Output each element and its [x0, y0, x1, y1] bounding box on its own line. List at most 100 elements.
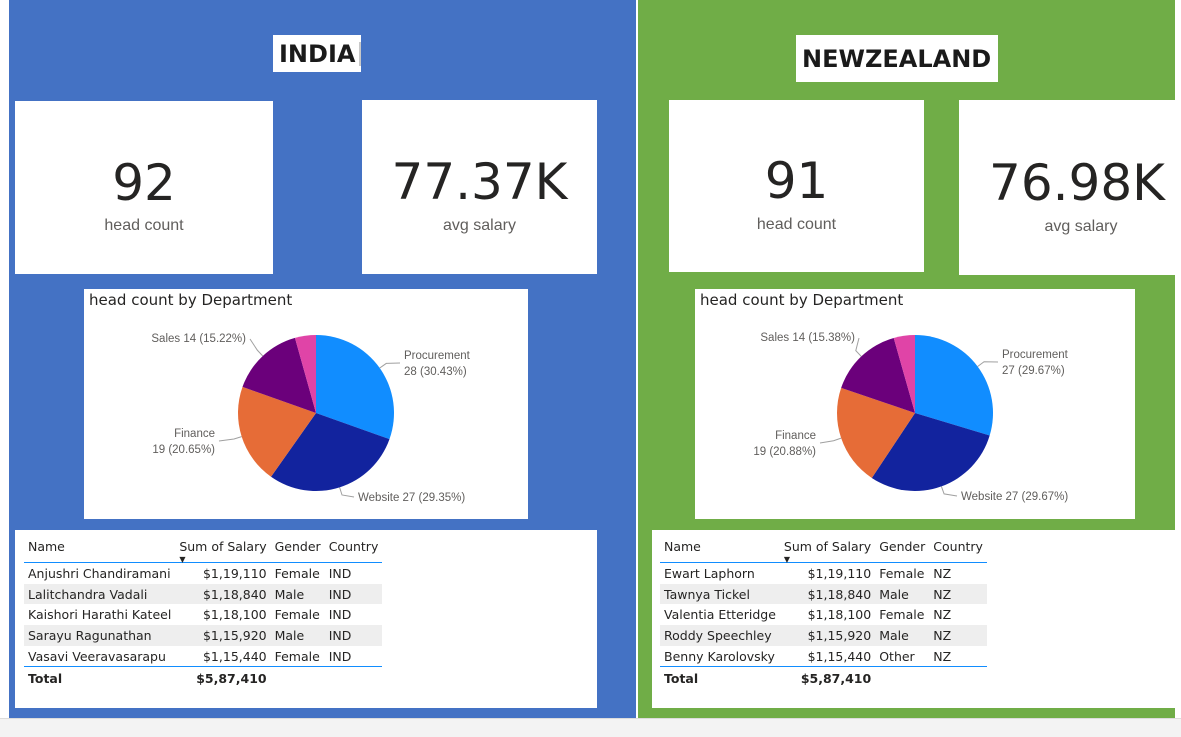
pie-data-label: Finance [775, 430, 816, 442]
table-header-row: Name Sum of Salary ▼ Gender Country [660, 530, 987, 564]
india-avg-salary-label: avg salary [443, 217, 516, 234]
table-cell: IND [328, 607, 352, 623]
india-salary-table: Name Sum of Salary ▼ Gender Country Anjushri… [24, 530, 383, 690]
table-cell: Female [274, 565, 320, 581]
empty-cell [929, 666, 987, 690]
table-cell: Anjushri Chandiramani [28, 565, 171, 581]
newzealand-panel: NEWZEALAND 91 head count 76.98K avg sala… [638, 0, 1175, 718]
table-cell: $1,15,440 [202, 648, 267, 664]
table-row[interactable]: Roddy Speechley $1,15,920 Male NZ [660, 625, 987, 646]
india-head-count-card[interactable]: 92 head count [15, 101, 273, 274]
india-title-box[interactable]: INDIA [273, 35, 361, 72]
pie-leader-line [339, 487, 355, 498]
table-cell: Roddy Speechley [660, 625, 780, 646]
table-row[interactable]: Lalitchandra Vadali $1,18,840 Male IND [24, 583, 383, 605]
table-cell: IND [324, 583, 383, 605]
column-header-name[interactable]: Name [660, 530, 780, 563]
india-avg-salary-card[interactable]: 77.37K avg salary [362, 100, 597, 274]
table-cell: $1,18,840 [779, 583, 876, 605]
pie-leader-line [218, 436, 242, 442]
nz-pie-chart-card[interactable]: head count by Department Procurement 27 (… [695, 289, 1135, 519]
table-cell: Lalitchandra Vadali [24, 583, 176, 605]
pie-data-label: Website 27 (29.67%) [961, 491, 1068, 503]
table-cell: Other [879, 648, 915, 664]
table-cell: NZ [933, 607, 952, 623]
sort-descending-icon[interactable]: ▼ [179, 555, 185, 564]
table-cell: IND [328, 565, 352, 581]
pie-data-label: Finance [174, 428, 215, 440]
column-header-sum-of-salary[interactable]: Sum of Salary ▼ [175, 530, 271, 564]
table-cell: Female [274, 607, 320, 623]
nz-avg-salary-card[interactable]: 76.98K avg salary [959, 100, 1175, 275]
india-pie-chart-card[interactable]: head count by Department Procurement 28 (… [84, 289, 528, 519]
india-avg-salary-value: 77.37K [391, 153, 568, 211]
table-cell: Male [270, 583, 325, 605]
table-cell: Female [274, 648, 320, 664]
column-header-country[interactable]: Country [929, 530, 987, 563]
table-cell: Male [270, 625, 325, 646]
sort-descending-icon[interactable]: ▼ [784, 555, 790, 564]
table-cell: NZ [933, 565, 952, 581]
table-row[interactable]: Ewart Laphorn $1,19,110 Female NZ [660, 563, 987, 584]
nz-avg-salary-label: avg salary [1044, 218, 1118, 235]
nz-title-box[interactable]: NEWZEALAND [796, 35, 998, 82]
table-cell: $1,18,100 [202, 607, 267, 623]
india-table-card[interactable]: Name Sum of Salary ▼ Gender Country Anjushri… [15, 530, 597, 708]
pie-leader-line [977, 361, 999, 367]
pie-data-label: Sales 14 (15.38%) [760, 332, 855, 344]
table-row[interactable]: Anjushri Chandiramani $1,19,110 Female IND [24, 563, 382, 584]
pie-data-label: 27 (29.67%) [1002, 365, 1065, 377]
table-row[interactable]: Kaishori Harathi Kateel $1,18,100 Female IN… [24, 604, 382, 625]
table-cell: $1,15,440 [807, 648, 872, 664]
table-total-row: Total $5,87,410 [660, 666, 987, 690]
table-cell: Female [879, 607, 925, 623]
table-cell: NZ [929, 625, 987, 646]
empty-cell [270, 666, 325, 690]
table-header-row: Name Sum of Salary ▼ Gender Country [24, 530, 383, 564]
nz-table-card[interactable]: Name Sum of Salary ▼ Gender Country Ewart La… [652, 530, 1175, 708]
table-row[interactable]: Tawnya Tickel $1,18,840 Male NZ [660, 583, 987, 605]
india-head-count-value: 92 [112, 154, 176, 212]
table-cell: Vasavi Veeravasarapu [28, 648, 166, 664]
table-cell: $1,18,840 [175, 583, 271, 605]
pie-data-label: Sales 14 (15.22%) [151, 333, 246, 345]
table-cell: $1,19,110 [807, 565, 872, 581]
empty-cell [875, 666, 930, 690]
text-cursor [359, 41, 361, 66]
nz-salary-table: Name Sum of Salary ▼ Gender Country Ewart La… [660, 530, 987, 690]
pie-data-label: Website 27 (29.35%) [358, 492, 465, 504]
india-title: INDIA [279, 39, 356, 68]
table-row[interactable]: Valentia Etteridge $1,18,100 Female NZ [660, 604, 987, 625]
table-cell: $1,19,110 [202, 565, 267, 581]
total-label: Total [24, 666, 176, 690]
nz-head-count-label: head count [756, 216, 837, 233]
nz-head-count-card[interactable]: 91 head count [669, 100, 924, 272]
column-header-country[interactable]: Country [324, 530, 383, 563]
table-row[interactable]: Vasavi Veeravasarapu $1,15,440 Female IND [24, 646, 382, 667]
nz-head-count-value: 91 [764, 152, 829, 210]
table-cell: Kaishori Harathi Kateel [28, 607, 172, 623]
pie-data-label: 19 (20.88%) [753, 446, 816, 458]
total-label: Total [660, 666, 780, 690]
column-header-name[interactable]: Name [24, 530, 176, 563]
page-footer-strip [0, 718, 1181, 737]
nz-pie-chart: Procurement 27 (29.67%) Website 27 (29.67%… [753, 332, 1068, 503]
nz-title: NEWZEALAND [802, 44, 992, 73]
table-row[interactable]: Sarayu Ragunathan $1,15,920 Male IND [24, 625, 383, 646]
pie-leader-line [855, 337, 862, 357]
table-cell: $1,18,100 [807, 607, 872, 623]
total-value: $5,87,410 [175, 666, 271, 690]
pie-data-label: 19 (20.65%) [152, 444, 215, 456]
pie-leader-line [940, 486, 958, 497]
table-cell: NZ [933, 648, 952, 664]
table-cell: Ewart Laphorn [664, 565, 755, 581]
table-total-row: Total $5,87,410 [24, 666, 383, 690]
column-header-gender[interactable]: Gender [270, 530, 325, 563]
table-row[interactable]: Benny Karolovsky $1,15,440 Other NZ [660, 646, 987, 667]
table-cell: IND [328, 648, 352, 664]
pie-data-label: 28 (30.43%) [404, 366, 467, 378]
column-header-sum-of-salary[interactable]: Sum of Salary ▼ [779, 530, 876, 564]
empty-cell [324, 666, 383, 690]
column-header-gender[interactable]: Gender [875, 530, 930, 563]
table-cell: $1,15,920 [779, 625, 876, 646]
